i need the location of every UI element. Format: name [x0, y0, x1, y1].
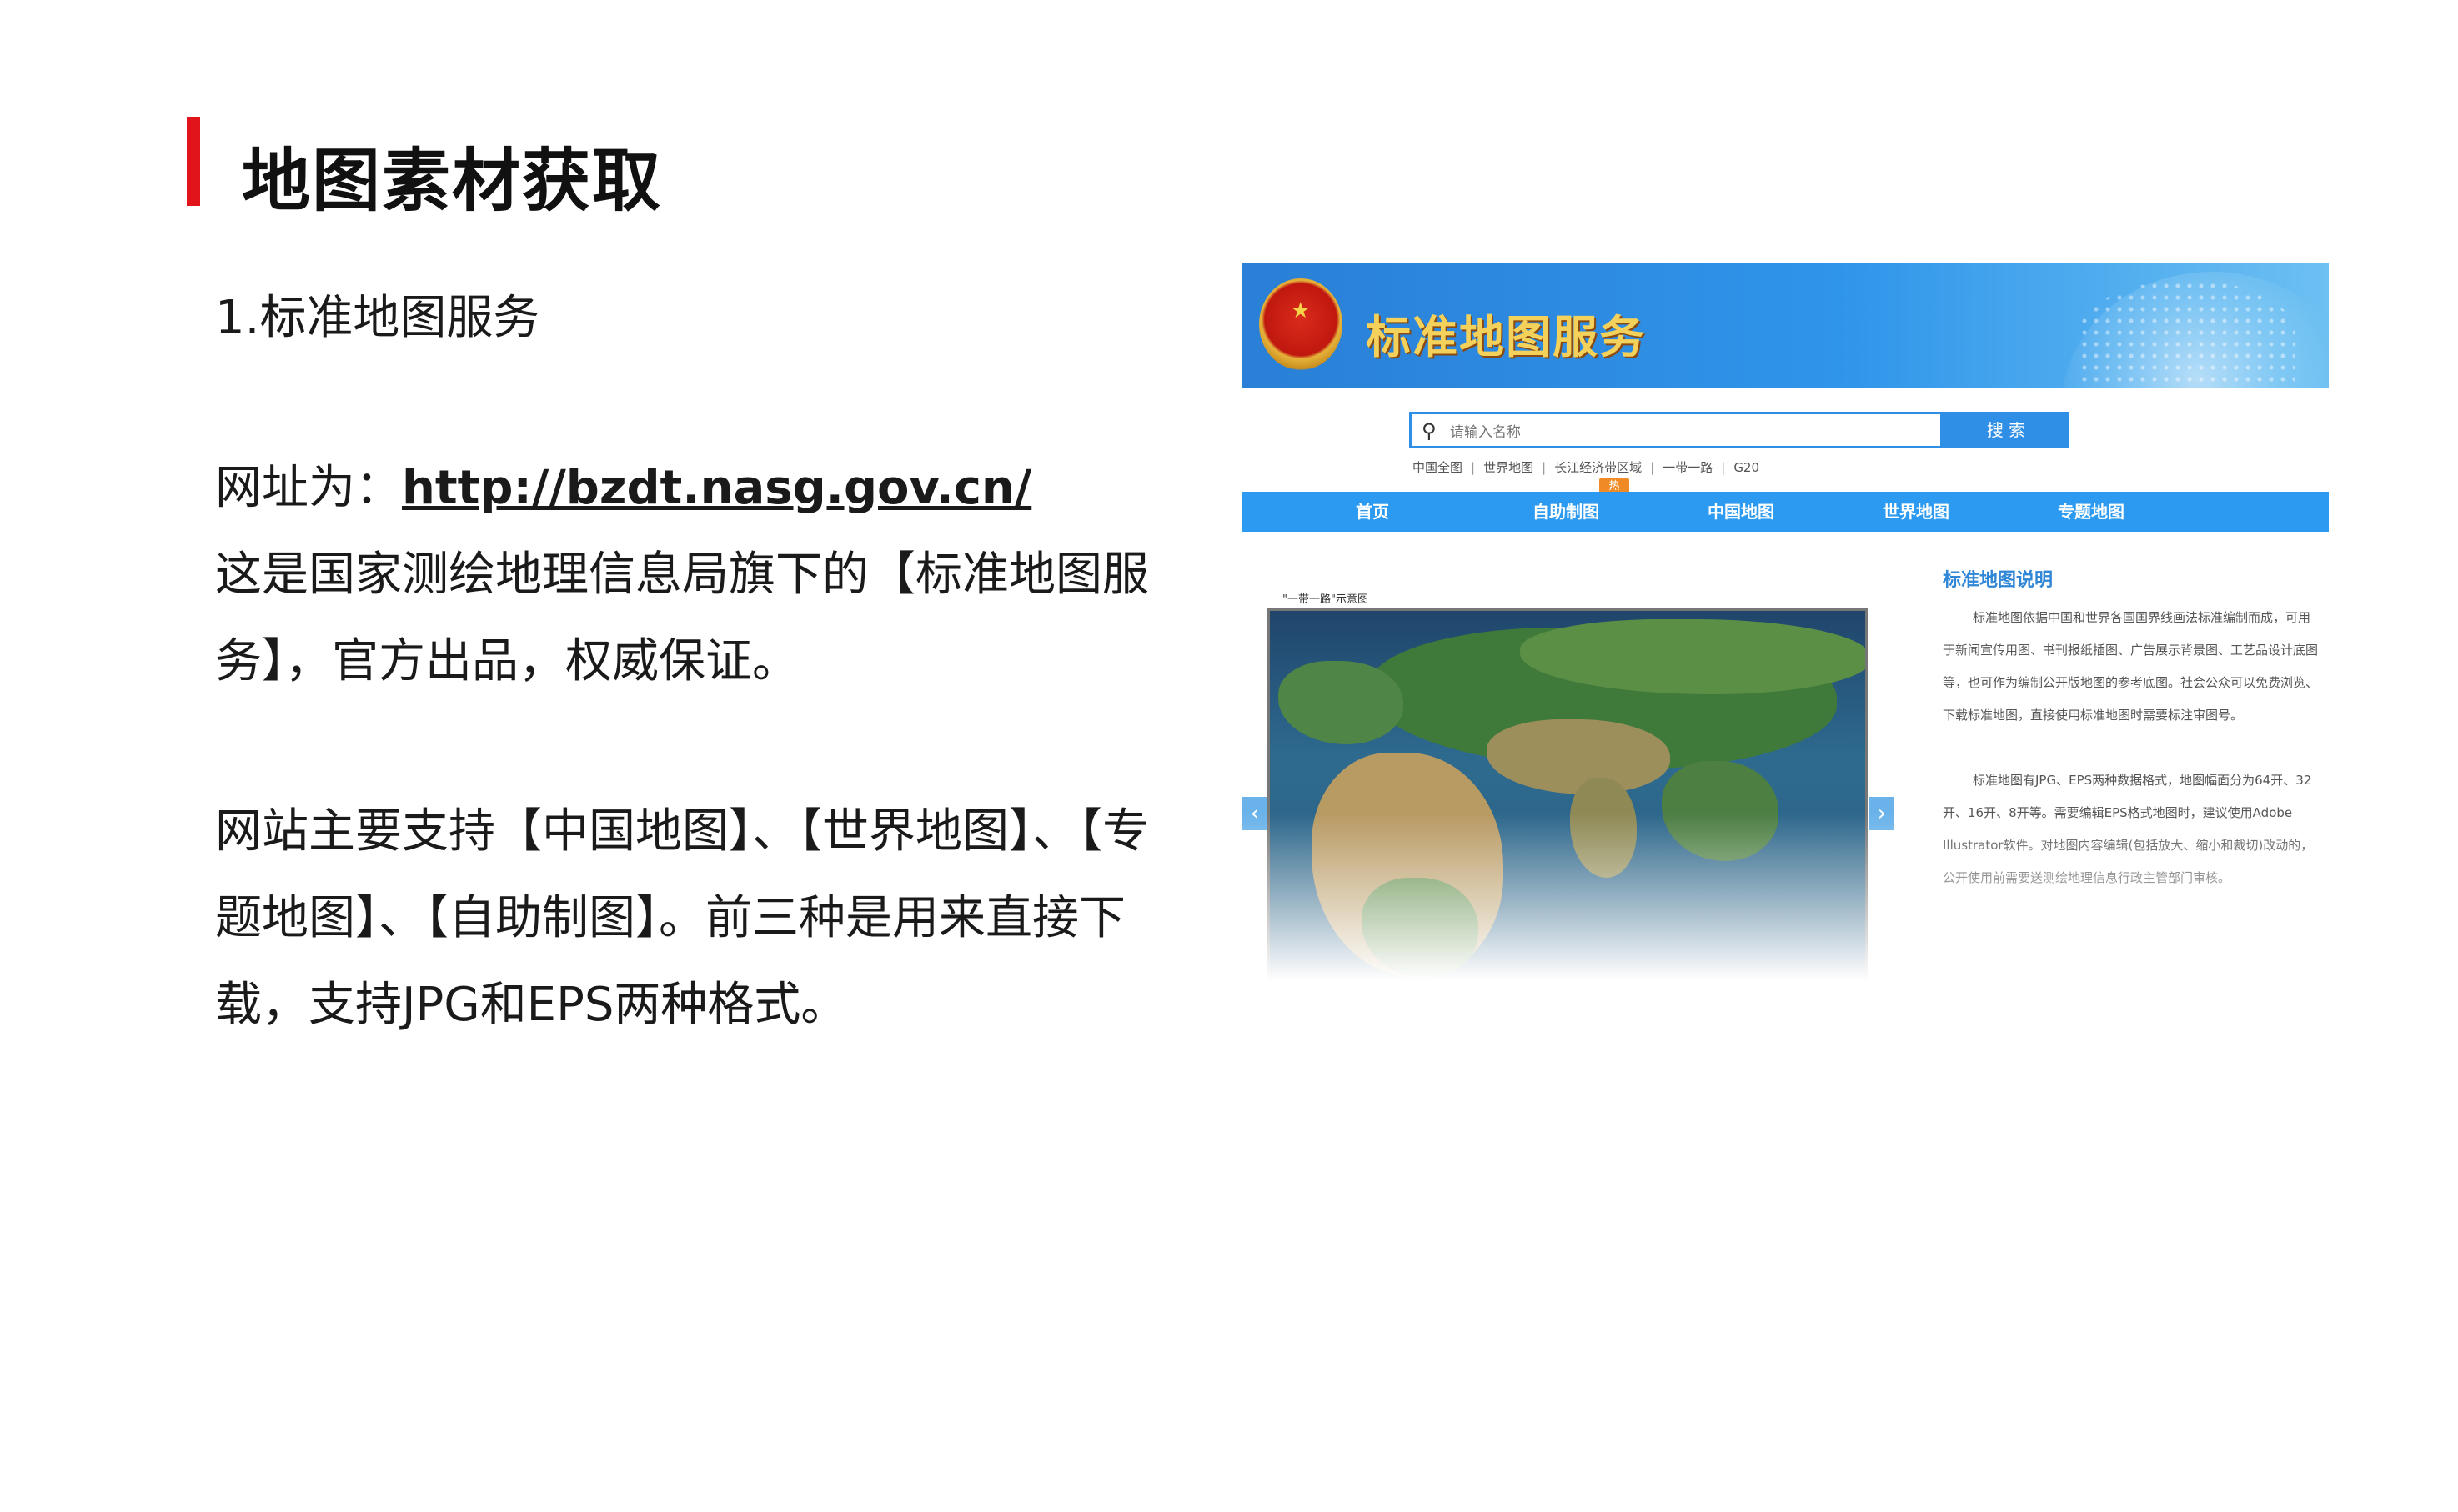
map-caption: "一带一路"示意图 [1282, 593, 1368, 606]
nav-thematic-map[interactable]: 专题地图 [2058, 492, 2124, 532]
url-line: 网址为：http://bzdt.nasg.gov.cn/ [215, 445, 1182, 532]
nav-home[interactable]: 首页 [1356, 492, 1389, 532]
globe-dots-graphic [2079, 280, 2295, 388]
quick-links: 中国全图 | 世界地图 | 长江经济带区域 | 一带一路 | G20 [1412, 460, 1760, 475]
bottom-fade-overlay [1242, 814, 2329, 980]
quick-link-belt-road[interactable]: 一带一路 [1663, 460, 1713, 475]
intro-paragraph: 这是国家测绘地理信息局旗下的【标准地图服务】，官方出品，权威保证。 [215, 548, 1149, 688]
quick-link-china[interactable]: 中国全图 [1412, 460, 1462, 475]
nav-world-map[interactable]: 世界地图 [1883, 492, 1949, 532]
quick-link-world[interactable]: 世界地图 [1483, 460, 1533, 475]
title-accent-bar [187, 117, 200, 206]
emblem-star-icon: ★ [1291, 298, 1311, 323]
section-heading: 1.标准地图服务 [215, 291, 540, 345]
site-header: ★ 标准地图服务 [1242, 263, 2329, 388]
quick-link-yangtze[interactable]: 长江经济带区域 [1554, 460, 1642, 475]
map-land-europe [1278, 661, 1403, 744]
search-box[interactable]: ⚲ [1409, 412, 1943, 448]
map-land-central-asia [1487, 719, 1670, 794]
quick-link-g20[interactable]: G20 [1733, 460, 1759, 475]
url-label: 网址为： [215, 461, 402, 515]
description-title: 标准地图说明 [1943, 570, 2054, 591]
website-url-link[interactable]: http://bzdt.nasg.gov.cn/ [402, 461, 1031, 515]
main-nav: 首页 自助制图 中国地图 世界地图 专题地图 [1242, 492, 2329, 532]
search-icon: ⚲ [1422, 419, 1437, 443]
support-paragraph: 网站主要支持【中国地图】、【世界地图】、【专题地图】、【自助制图】。前三种是用来… [215, 804, 1149, 1032]
website-screenshot: ★ 标准地图服务 ⚲ 搜 索 中国全图|世界地图|长江经济带区域|一带一路|G2… [1242, 263, 2329, 980]
description-paragraph-1: 标准地图依据中国和世界各国国界线画法标准编制而成，可用于新闻宣传用图、书刊报纸插… [1943, 610, 2319, 723]
left-text-block: 1.标准地图服务 网址为：http://bzdt.nasg.gov.cn/ 这是… [215, 275, 1182, 1049]
nav-self-service-mapping[interactable]: 自助制图 [1532, 492, 1599, 532]
search-input[interactable] [1448, 421, 1919, 444]
site-title: 标准地图服务 [1366, 311, 1646, 363]
slide-title: 地图素材获取 [242, 142, 663, 221]
nav-china-map[interactable]: 中国地图 [1708, 492, 1774, 532]
search-button[interactable]: 搜 索 [1943, 412, 2069, 448]
national-emblem-icon [1259, 278, 1342, 370]
